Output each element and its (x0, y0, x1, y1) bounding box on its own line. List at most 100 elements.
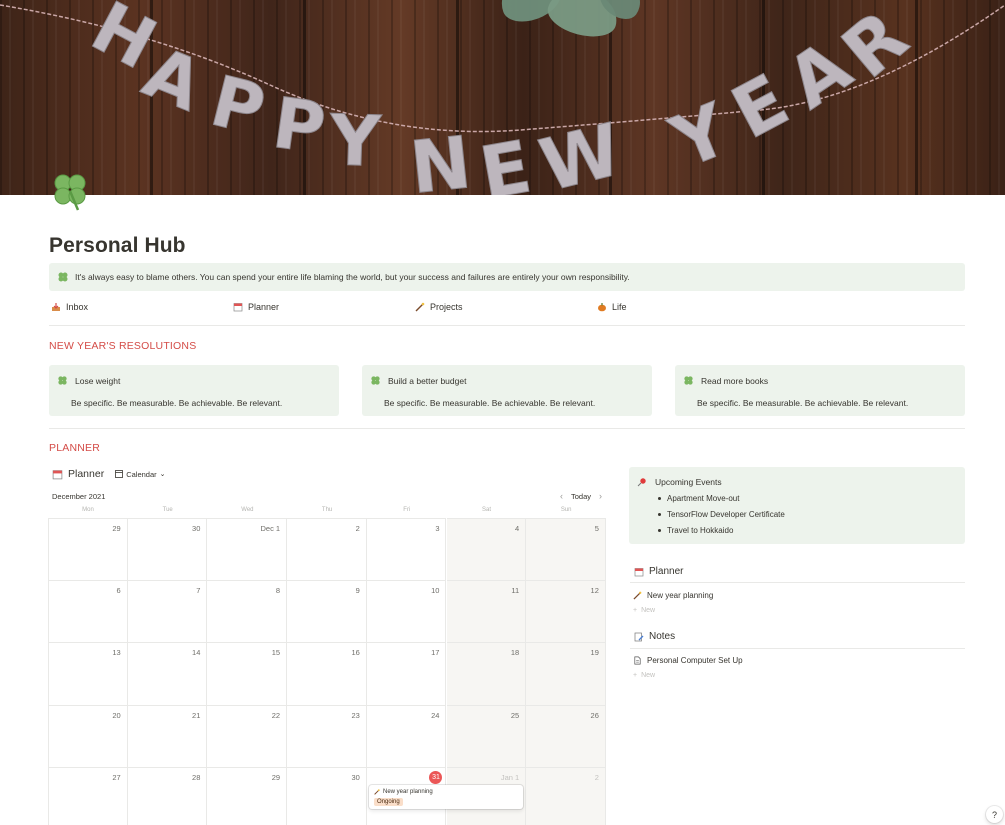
list-item[interactable]: Personal Computer Set Up (633, 656, 743, 665)
calendar-day-cell[interactable]: 23 (287, 705, 367, 769)
day-number: 4 (515, 524, 520, 533)
resolutions-heading[interactable]: NEW YEAR'S RESOLUTIONS (49, 340, 196, 352)
day-number: 3 (435, 524, 440, 533)
resolution-card[interactable]: Lose weight Be specific. Be measurable. … (49, 365, 339, 416)
calendar-day-cell[interactable]: 24 (366, 705, 447, 769)
weekday-label: Wed (241, 507, 254, 513)
calendar-day-cell[interactable]: 2 (287, 518, 367, 581)
calendar-day-cell[interactable]: 21 (127, 705, 208, 769)
planner-heading[interactable]: PLANNER (49, 442, 100, 454)
day-number: 22 (271, 710, 281, 720)
new-label: New (641, 607, 656, 614)
calendar-grid: 29 30 Dec 1 2 3 4 5 6 7 8 9 10 11 12 13 14 15 16 17 18 19 20 2… (48, 518, 606, 825)
day-number: 19 (590, 648, 599, 658)
calendar-day-cell[interactable]: 5 (526, 518, 606, 581)
calendar-nav: ‹ Today › (560, 491, 602, 501)
resolution-card[interactable]: Build a better budget Be specific. Be me… (362, 365, 652, 416)
divider (49, 325, 965, 326)
pushpin-icon (637, 478, 646, 487)
calendar-day-cell[interactable]: 15 (207, 643, 288, 706)
planner-db-header: Planner Calendar ⌄ (52, 468, 166, 480)
calendar-day-cell[interactable]: 18 (446, 643, 527, 706)
upcoming-events-callout[interactable]: Upcoming Events Apartment Move-out Tenso… (629, 467, 965, 544)
list-item: Apartment Move-out (658, 491, 785, 507)
today-button[interactable]: Today (571, 492, 591, 501)
day-number: 2 (594, 773, 599, 783)
calendar-day-cell[interactable]: 20 (48, 705, 128, 769)
day-number: 5 (594, 524, 599, 533)
calendar-day-cell[interactable]: 3 (366, 518, 447, 581)
calendar-day-cell[interactable]: 10 (366, 580, 447, 644)
calendar-day-cell[interactable]: 17 (366, 643, 447, 706)
calendar-day-cell[interactable]: 28 (128, 768, 208, 825)
svg-text:P: P (203, 60, 273, 152)
quote-callout[interactable]: It's always easy to blame others. You ca… (49, 263, 965, 291)
planner-db-title[interactable]: Planner (68, 468, 104, 480)
calendar-day-cell[interactable]: 8 (207, 580, 288, 644)
planner-list-db-title[interactable]: Planner (634, 566, 683, 577)
status-badge: Ongoing (374, 798, 403, 806)
list-item[interactable]: New year planning (633, 591, 713, 600)
weekday-label: Thu (321, 507, 333, 513)
today-date-badge: 31 (429, 771, 443, 785)
calendar-day-cell[interactable]: 27 (48, 768, 128, 825)
calendar-day-cell[interactable]: 19 (526, 643, 606, 706)
resolution-body: Be specific. Be measurable. Be achievabl… (697, 398, 909, 408)
calendar-day-cell[interactable]: 30 (127, 518, 208, 581)
resolution-body: Be specific. Be measurable. Be achievabl… (384, 398, 596, 408)
day-number: 24 (431, 710, 440, 720)
nav-link-life[interactable]: Life (597, 302, 627, 312)
notes-db-title[interactable]: Notes (634, 631, 675, 642)
page-title[interactable]: Personal Hub (49, 234, 186, 258)
calendar-day-cell[interactable]: 13 (48, 643, 128, 706)
four-leaf-clover-icon[interactable] (48, 170, 92, 214)
day-number: 7 (196, 585, 201, 595)
calendar-day-cell[interactable]: 9 (287, 580, 367, 644)
calendar-day-cell[interactable]: 2 (526, 768, 606, 825)
day-number: 29 (271, 773, 281, 783)
calendar-day-cell[interactable]: 30 (287, 768, 367, 825)
new-item-button[interactable]: + New (633, 672, 655, 679)
clover-icon (684, 376, 693, 385)
calendar-day-cell[interactable]: 11 (446, 580, 527, 644)
calendar-day-cell[interactable]: 12 (526, 580, 606, 644)
chevron-left-icon[interactable]: ‹ (560, 491, 563, 501)
calendar-day-cell[interactable]: 7 (127, 580, 208, 644)
calendar-day-cell[interactable]: 6 (48, 580, 128, 644)
calendar-month: December 2021 (52, 492, 106, 501)
day-number: 11 (511, 585, 520, 595)
svg-text:Y: Y (327, 99, 383, 183)
resolution-body: Be specific. Be measurable. Be achievabl… (71, 398, 283, 408)
svg-text:E: E (474, 124, 537, 195)
calendar-event-card[interactable]: New year planning Ongoing (369, 785, 523, 809)
weekday-label: Sun (560, 507, 572, 513)
chevron-right-icon[interactable]: › (599, 491, 602, 501)
plus-icon: + (633, 672, 638, 679)
day-number: 8 (275, 585, 281, 595)
nav-link-projects[interactable]: Projects (415, 302, 463, 312)
help-button[interactable]: ? (986, 806, 1003, 823)
calendar-day-cell[interactable]: 22 (207, 705, 288, 769)
calendar-day-cell[interactable]: 14 (127, 643, 208, 706)
calendar-day-cell[interactable]: 29 (207, 768, 288, 825)
view-switcher[interactable]: Calendar ⌄ (115, 469, 166, 479)
day-number: 13 (112, 648, 121, 658)
notes-icon (634, 632, 644, 641)
calendar-day-cell[interactable]: 25 (446, 705, 527, 769)
calendar-day-cell[interactable]: 26 (526, 705, 606, 769)
nav-link-planner[interactable]: Planner (233, 302, 279, 312)
calendar-day-cell[interactable]: 4 (446, 518, 527, 581)
resolution-card[interactable]: Read more books Be specific. Be measurab… (675, 365, 965, 416)
magic-wand-icon (374, 789, 380, 795)
calendar-day-cell[interactable]: 16 (287, 643, 367, 706)
day-number: 26 (590, 710, 599, 720)
calendar-day-cell[interactable]: Dec 1 (207, 518, 288, 581)
calendar-icon (52, 469, 63, 479)
upcoming-events-title: Upcoming Events (655, 477, 722, 487)
calendar-day-cell[interactable]: 29 (48, 518, 128, 581)
nav-label: Inbox (66, 302, 89, 312)
svg-text:P: P (268, 82, 330, 170)
view-label: Calendar (126, 469, 157, 479)
new-item-button[interactable]: + New (633, 607, 655, 614)
nav-link-inbox[interactable]: Inbox (51, 302, 88, 312)
